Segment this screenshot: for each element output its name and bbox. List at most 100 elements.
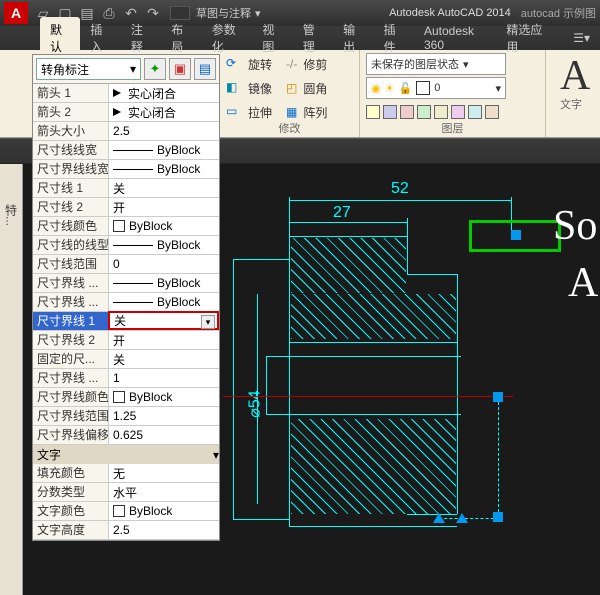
grip[interactable] — [493, 512, 503, 522]
selectobj-icon[interactable]: ▣ — [169, 58, 191, 80]
properties-palette[interactable]: 转角标注▾ ✦ ▣ ▤ 箭头 1实心闭合箭头 2实心闭合箭头大小2.5尺寸线线宽… — [32, 54, 220, 541]
property-row[interactable]: 箭头 2实心闭合 — [33, 103, 219, 122]
property-name: 分数类型 — [33, 483, 108, 501]
property-value[interactable]: ByBlock — [108, 160, 219, 178]
property-value[interactable]: 1.25 — [108, 407, 219, 425]
property-value[interactable]: ByBlock — [108, 388, 219, 406]
array-btn[interactable]: 阵列 — [303, 104, 327, 121]
property-row[interactable]: 文字颜色ByBlock — [33, 502, 219, 521]
property-row[interactable]: 尺寸界线 ...ByBlock — [33, 274, 219, 293]
property-value[interactable]: 1 — [108, 369, 219, 387]
dimension-27[interactable]: 27 — [333, 204, 351, 222]
app-menu-icon[interactable]: A — [4, 2, 28, 24]
property-value[interactable]: 水平 — [108, 483, 219, 501]
property-name: 尺寸界线 2 — [33, 331, 108, 349]
text-btn[interactable]: 文字 — [552, 96, 590, 112]
mirror-icon[interactable]: ◧ — [226, 80, 242, 96]
text-object[interactable]: So — [553, 202, 597, 250]
layer-current-combo[interactable]: ◉☀🔓 0▾ — [366, 77, 506, 99]
property-value[interactable]: 开 — [108, 331, 219, 349]
property-row[interactable]: 尺寸界线 ...1 — [33, 369, 219, 388]
property-value[interactable]: 实心闭合 — [108, 103, 219, 121]
centerline — [223, 396, 513, 397]
property-row[interactable]: 尺寸界线偏移0.625 — [33, 426, 219, 445]
layer-state-combo[interactable]: 未保存的图层状态▾ — [366, 53, 506, 75]
grip[interactable] — [511, 230, 521, 240]
rotate-btn[interactable]: 旋转 — [248, 56, 272, 73]
dropdown-icon[interactable]: ▾ — [201, 315, 215, 329]
pickadd-icon[interactable]: ▤ — [194, 58, 216, 80]
property-name: 尺寸界线范围 — [33, 407, 108, 425]
category-text[interactable]: 文字▾ — [33, 445, 219, 464]
quickselect-icon[interactable]: ✦ — [144, 58, 166, 80]
property-name: 尺寸界线 ... — [33, 293, 108, 311]
grip[interactable] — [493, 392, 503, 402]
stretch-btn[interactable]: 拉伸 — [248, 104, 272, 121]
layer-tool-icon[interactable] — [434, 105, 448, 119]
mirror-btn[interactable]: 镜像 — [248, 80, 272, 97]
property-row[interactable]: 箭头 1实心闭合 — [33, 84, 219, 103]
property-value[interactable]: ByBlock — [108, 236, 219, 254]
property-row[interactable]: 尺寸界线 1关▾ — [33, 312, 219, 331]
property-value[interactable]: 0 — [108, 255, 219, 273]
ribbon-anno-panel: A 文字 — [546, 50, 596, 137]
dim-extension-dashed — [498, 402, 499, 517]
property-row[interactable]: 尺寸线 1关 — [33, 179, 219, 198]
property-value[interactable]: ByBlock — [108, 141, 219, 159]
property-row[interactable]: 尺寸线范围0 — [33, 255, 219, 274]
property-value[interactable]: ByBlock — [108, 293, 219, 311]
dimension-52[interactable]: 52 — [391, 180, 409, 198]
property-value[interactable]: ByBlock — [108, 274, 219, 292]
property-row[interactable]: 尺寸界线 ...ByBlock — [33, 293, 219, 312]
property-row[interactable]: 尺寸界线范围1.25 — [33, 407, 219, 426]
trim-btn[interactable]: 修剪 — [303, 56, 327, 73]
layer-tool-icon[interactable] — [383, 105, 397, 119]
property-value[interactable]: 无 — [108, 464, 219, 482]
layer-tool-icon[interactable] — [417, 105, 431, 119]
rotate-icon[interactable]: ⟳ — [226, 56, 242, 72]
property-value[interactable]: ByBlock — [108, 217, 219, 235]
property-row[interactable]: 尺寸线的线型ByBlock — [33, 236, 219, 255]
property-value[interactable]: ByBlock — [108, 502, 219, 520]
palette-sidebar[interactable]: 特... — [0, 164, 23, 595]
property-row[interactable]: 固定的尺...关 — [33, 350, 219, 369]
tab-options-icon[interactable]: ☰▾ — [563, 27, 600, 49]
layer-tool-icon[interactable] — [485, 105, 499, 119]
property-row[interactable]: 尺寸界线线宽ByBlock — [33, 160, 219, 179]
property-name: 箭头 2 — [33, 103, 108, 121]
property-name: 文字高度 — [33, 521, 108, 539]
property-value[interactable]: 实心闭合 — [108, 84, 219, 102]
property-value[interactable]: 2.5 — [108, 521, 219, 539]
property-row[interactable]: 分数类型水平 — [33, 483, 219, 502]
fillet-btn[interactable]: 圆角 — [303, 80, 327, 97]
ribbon-tabs: 默认 插入 注释 布局 参数化 视图 管理 输出 插件 Autodesk 360… — [0, 26, 600, 50]
property-value[interactable]: 开 — [108, 198, 219, 216]
property-row[interactable]: 文字高度2.5 — [33, 521, 219, 540]
ribbon-layer-panel: 未保存的图层状态▾ ◉☀🔓 0▾ 图层 — [360, 50, 546, 137]
property-value[interactable]: 关 — [108, 179, 219, 197]
property-row[interactable]: 箭头大小2.5 — [33, 122, 219, 141]
property-row[interactable]: 尺寸线线宽ByBlock — [33, 141, 219, 160]
layer-tool-icon[interactable] — [400, 105, 414, 119]
stretch-icon[interactable]: ▭ — [226, 104, 242, 120]
property-name: 尺寸界线 ... — [33, 274, 108, 292]
hatch-area — [291, 419, 456, 514]
hatch-area — [291, 294, 456, 339]
layer-tool-icon[interactable] — [451, 105, 465, 119]
property-value[interactable]: 0.625 — [108, 426, 219, 444]
layer-tool-icon[interactable] — [468, 105, 482, 119]
property-value[interactable]: 关 — [108, 350, 219, 368]
property-row[interactable]: 尺寸界线颜色ByBlock — [33, 388, 219, 407]
property-value[interactable]: 关▾ — [108, 311, 219, 330]
property-row[interactable]: 尺寸线颜色ByBlock — [33, 217, 219, 236]
property-row[interactable]: 尺寸线 2开 — [33, 198, 219, 217]
object-type-combo[interactable]: 转角标注▾ — [36, 58, 141, 80]
dimension-diam[interactable]: ⌀54 — [245, 390, 265, 417]
property-row[interactable]: 填充颜色无 — [33, 464, 219, 483]
text-big-icon[interactable]: A — [552, 52, 590, 96]
property-row[interactable]: 尺寸界线 2开 — [33, 331, 219, 350]
text-object[interactable]: A — [568, 259, 598, 307]
property-name: 固定的尺... — [33, 350, 108, 368]
layer-tool-icon[interactable] — [366, 105, 380, 119]
property-value[interactable]: 2.5 — [108, 122, 219, 140]
